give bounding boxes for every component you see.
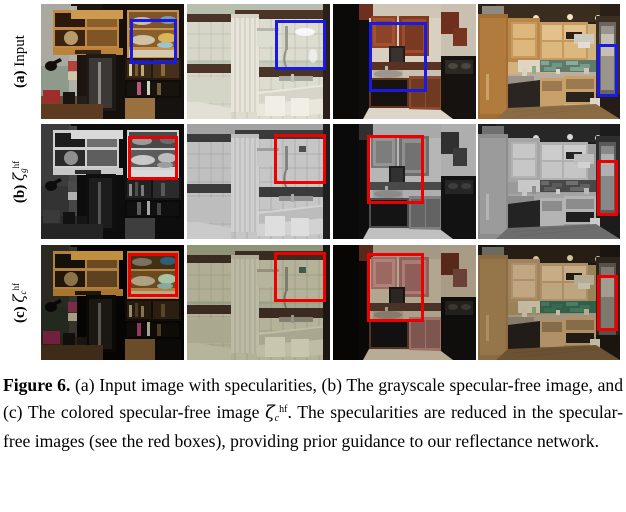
zeta-sub-c: c — [18, 289, 29, 294]
highlight-box-gray-shelf — [128, 136, 178, 180]
zeta-sup-c: hf — [11, 282, 22, 290]
caption-figure-number: Figure 6. — [3, 375, 71, 395]
row-label-tag-c: (c) — [12, 305, 29, 323]
figure-caption: Figure 6. (a) Input image with speculari… — [3, 374, 623, 454]
row-label-grayscale: (b) ζghf — [0, 124, 40, 239]
row-label-text-input: Input — [11, 35, 28, 67]
row-label-colored: (c) ζchf — [0, 245, 40, 360]
caption-zeta-symbol: ζ — [265, 402, 275, 423]
highlight-box-gray-fridge — [597, 160, 618, 216]
highlight-box-color-fridge — [597, 275, 618, 331]
highlight-box-input-cabinet — [369, 22, 427, 92]
row-label-tag-b: (b) — [12, 184, 29, 203]
highlight-box-input-tile — [275, 20, 326, 70]
zeta-sub-g: g — [18, 167, 29, 173]
zeta-symbol-g: ζ — [10, 172, 29, 181]
highlight-box-gray-cabinet — [367, 135, 424, 204]
highlight-box-input-shelf — [130, 19, 177, 64]
row-label-tag-a: (a) — [11, 70, 28, 88]
zeta-sup-g: hf — [11, 160, 22, 168]
highlight-box-color-tile — [274, 252, 326, 302]
row-label-input: (a) Input — [0, 4, 40, 119]
figure-grid: (a) Input (b) ζghf (c) ζchf — [0, 0, 626, 368]
figure-page: (a) Input (b) ζghf (c) ζchf Figure 6. (a… — [0, 0, 626, 512]
highlight-box-gray-tile — [274, 134, 326, 184]
highlight-box-color-shelf — [128, 253, 178, 297]
zeta-symbol-c: ζ — [10, 293, 29, 303]
highlight-box-color-cabinet — [367, 253, 424, 322]
highlight-box-input-fridge — [597, 44, 618, 97]
